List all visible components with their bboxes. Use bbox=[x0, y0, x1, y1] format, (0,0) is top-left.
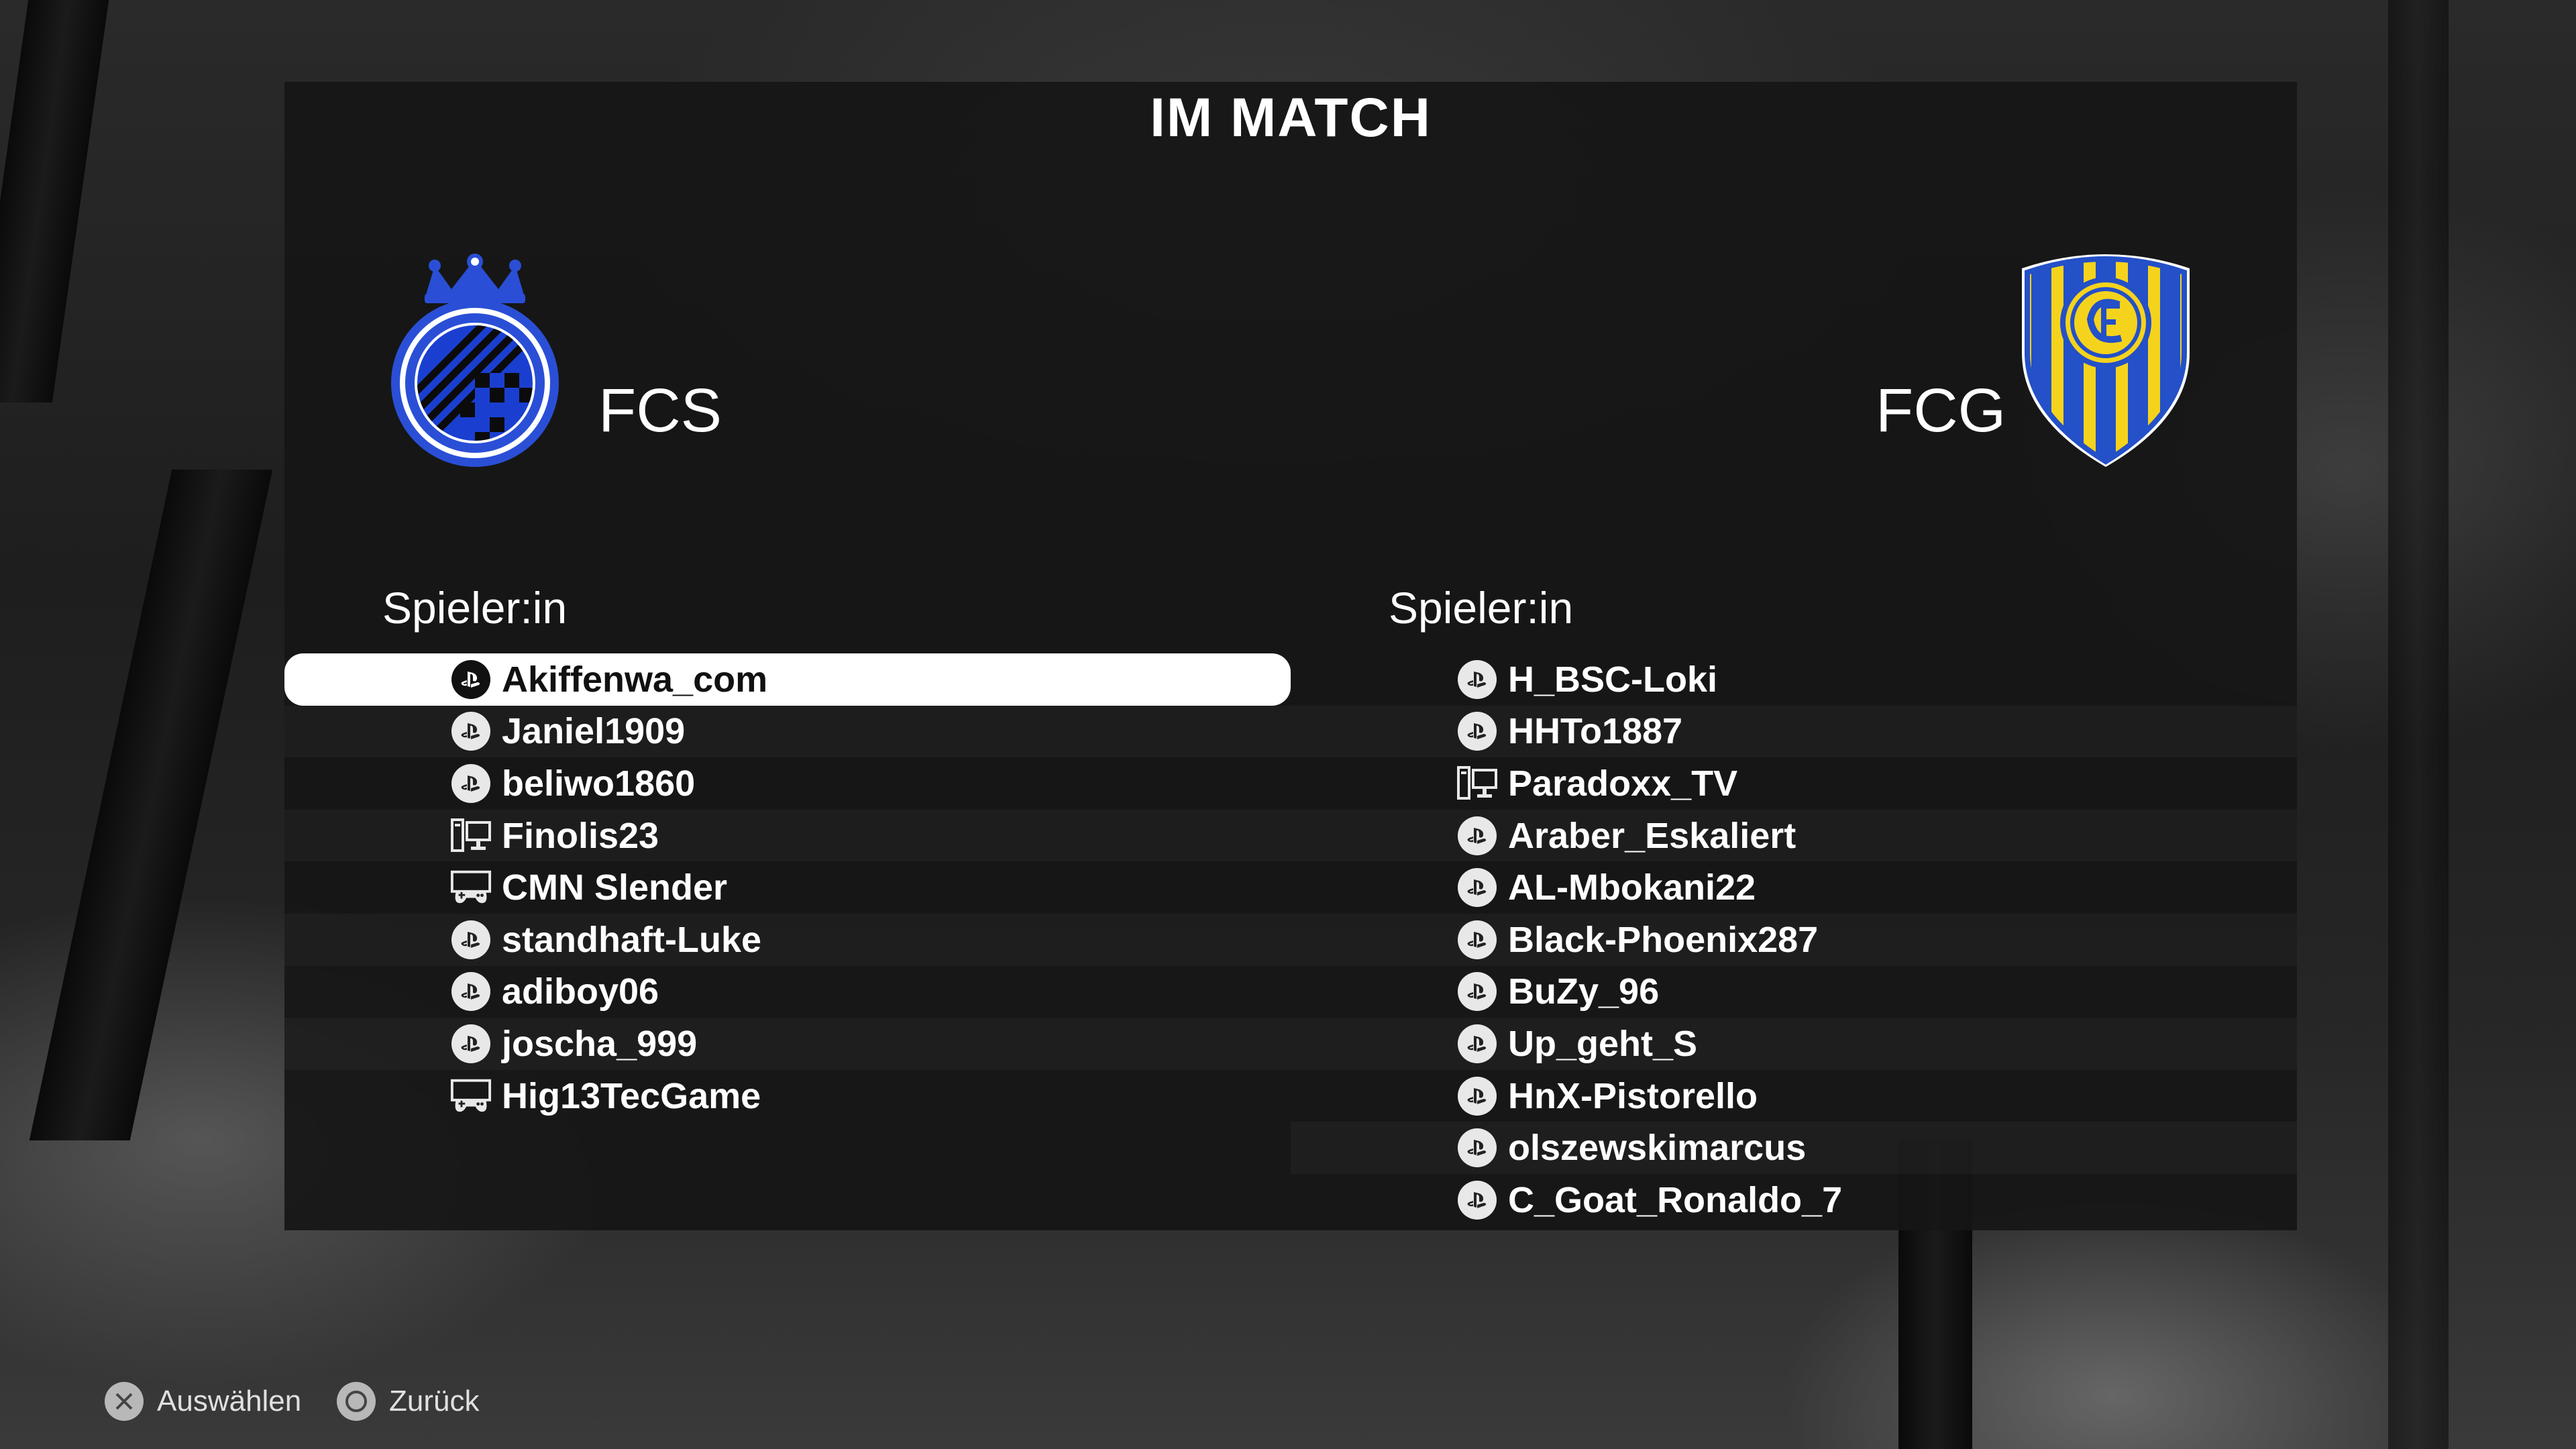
away-player-row[interactable]: H_BSC-Loki bbox=[1291, 653, 2297, 706]
player-name: Paradoxx_TV bbox=[1508, 763, 1738, 804]
away-player-row[interactable]: Black-Phoenix287 bbox=[1291, 914, 2297, 966]
player-name: Janiel1909 bbox=[502, 711, 686, 752]
player-name: standhaft-Luke bbox=[502, 919, 762, 960]
player-name: C_Goat_Ronaldo_7 bbox=[1508, 1179, 1843, 1220]
playstation-icon bbox=[449, 658, 492, 701]
player-name: BuZy_96 bbox=[1508, 971, 1660, 1012]
playstation-icon bbox=[449, 1022, 492, 1065]
playstation-icon bbox=[1456, 1022, 1499, 1065]
away-players-label: Spieler:in bbox=[1389, 583, 1574, 633]
home-player-row[interactable]: adiboy06 bbox=[284, 966, 1291, 1018]
away-player-row[interactable]: C_Goat_Ronaldo_7 bbox=[1291, 1174, 2297, 1226]
playstation-icon bbox=[1456, 1075, 1499, 1118]
player-name: joscha_999 bbox=[502, 1023, 698, 1064]
away-player-row[interactable]: HHTo1887 bbox=[1291, 706, 2297, 758]
playstation-icon bbox=[1456, 970, 1499, 1013]
home-player-row[interactable]: CMN Slender bbox=[284, 861, 1291, 914]
player-name: Akiffenwa_com bbox=[502, 659, 768, 700]
playstation-icon bbox=[1456, 866, 1499, 909]
player-name: Araber_Eskaliert bbox=[1508, 815, 1796, 856]
select-label: Auswählen bbox=[157, 1385, 302, 1417]
playstation-icon bbox=[1456, 710, 1499, 753]
footer-select[interactable]: Auswählen bbox=[105, 1382, 301, 1421]
cross-button-icon bbox=[105, 1382, 144, 1421]
xbox-controller-icon bbox=[449, 1075, 492, 1118]
home-players-label: Spieler:in bbox=[382, 583, 568, 633]
player-name: Finolis23 bbox=[502, 815, 659, 856]
circle-button-icon bbox=[337, 1382, 376, 1421]
player-name: HHTo1887 bbox=[1508, 711, 1683, 752]
away-player-row[interactable]: HnX-Pistorello bbox=[1291, 1070, 2297, 1122]
playstation-icon bbox=[1456, 1179, 1499, 1222]
back-label: Zurück bbox=[389, 1385, 480, 1417]
home-team-name: FCS bbox=[598, 376, 722, 445]
playstation-icon bbox=[449, 762, 492, 805]
player-name: HnX-Pistorello bbox=[1508, 1075, 1758, 1116]
pc-icon bbox=[1456, 762, 1499, 805]
home-player-row[interactable]: joscha_999 bbox=[284, 1018, 1291, 1070]
player-name: adiboy06 bbox=[502, 971, 659, 1012]
home-player-row[interactable]: Finolis23 bbox=[284, 810, 1291, 862]
away-team-name: FCG bbox=[1876, 376, 2006, 445]
playstation-icon bbox=[449, 970, 492, 1013]
playstation-icon bbox=[449, 710, 492, 753]
footer-back[interactable]: Zurück bbox=[337, 1382, 479, 1421]
playstation-icon bbox=[1456, 814, 1499, 857]
player-name: AL-Mbokani22 bbox=[1508, 867, 1756, 908]
home-player-row[interactable]: Akiffenwa_com bbox=[284, 653, 1291, 706]
player-name: H_BSC-Loki bbox=[1508, 659, 1718, 700]
playstation-icon bbox=[449, 918, 492, 961]
player-name: Black-Phoenix287 bbox=[1508, 919, 1819, 960]
home-player-row[interactable]: beliwo1860 bbox=[284, 757, 1291, 810]
away-player-row[interactable]: BuZy_96 bbox=[1291, 966, 2297, 1018]
away-player-row[interactable]: Up_geht_S bbox=[1291, 1018, 2297, 1070]
away-player-row[interactable]: AL-Mbokani22 bbox=[1291, 861, 2297, 914]
away-player-row[interactable]: Araber_Eskaliert bbox=[1291, 810, 2297, 862]
playstation-icon bbox=[1456, 658, 1499, 701]
player-name: CMN Slender bbox=[502, 867, 728, 908]
page-title: IM MATCH bbox=[1150, 87, 1432, 148]
away-player-row[interactable]: olszewskimarcus bbox=[1291, 1122, 2297, 1174]
player-name: Up_geht_S bbox=[1508, 1023, 1698, 1064]
player-name: beliwo1860 bbox=[502, 763, 696, 804]
away-team-crest bbox=[2015, 252, 2196, 467]
away-player-list: H_BSC-Loki HHTo1887 Paradoxx_TV Araber_Eska… bbox=[1291, 653, 2297, 1226]
pc-icon bbox=[449, 814, 492, 857]
playstation-icon bbox=[1456, 918, 1499, 961]
player-name: olszewskimarcus bbox=[1508, 1128, 1807, 1169]
xbox-controller-icon bbox=[449, 866, 492, 909]
home-player-row[interactable]: standhaft-Luke bbox=[284, 914, 1291, 966]
home-player-row[interactable]: Hig13TecGame bbox=[284, 1070, 1291, 1122]
away-player-row[interactable]: Paradoxx_TV bbox=[1291, 757, 2297, 810]
playstation-icon bbox=[1456, 1126, 1499, 1169]
home-player-row[interactable]: Janiel1909 bbox=[284, 706, 1291, 758]
home-team-crest bbox=[388, 252, 562, 467]
player-name: Hig13TecGame bbox=[502, 1075, 761, 1116]
home-player-list: Akiffenwa_com Janiel1909 beliwo1860 Finolis… bbox=[284, 653, 1291, 1122]
title-bar: IM MATCH bbox=[284, 82, 2297, 154]
